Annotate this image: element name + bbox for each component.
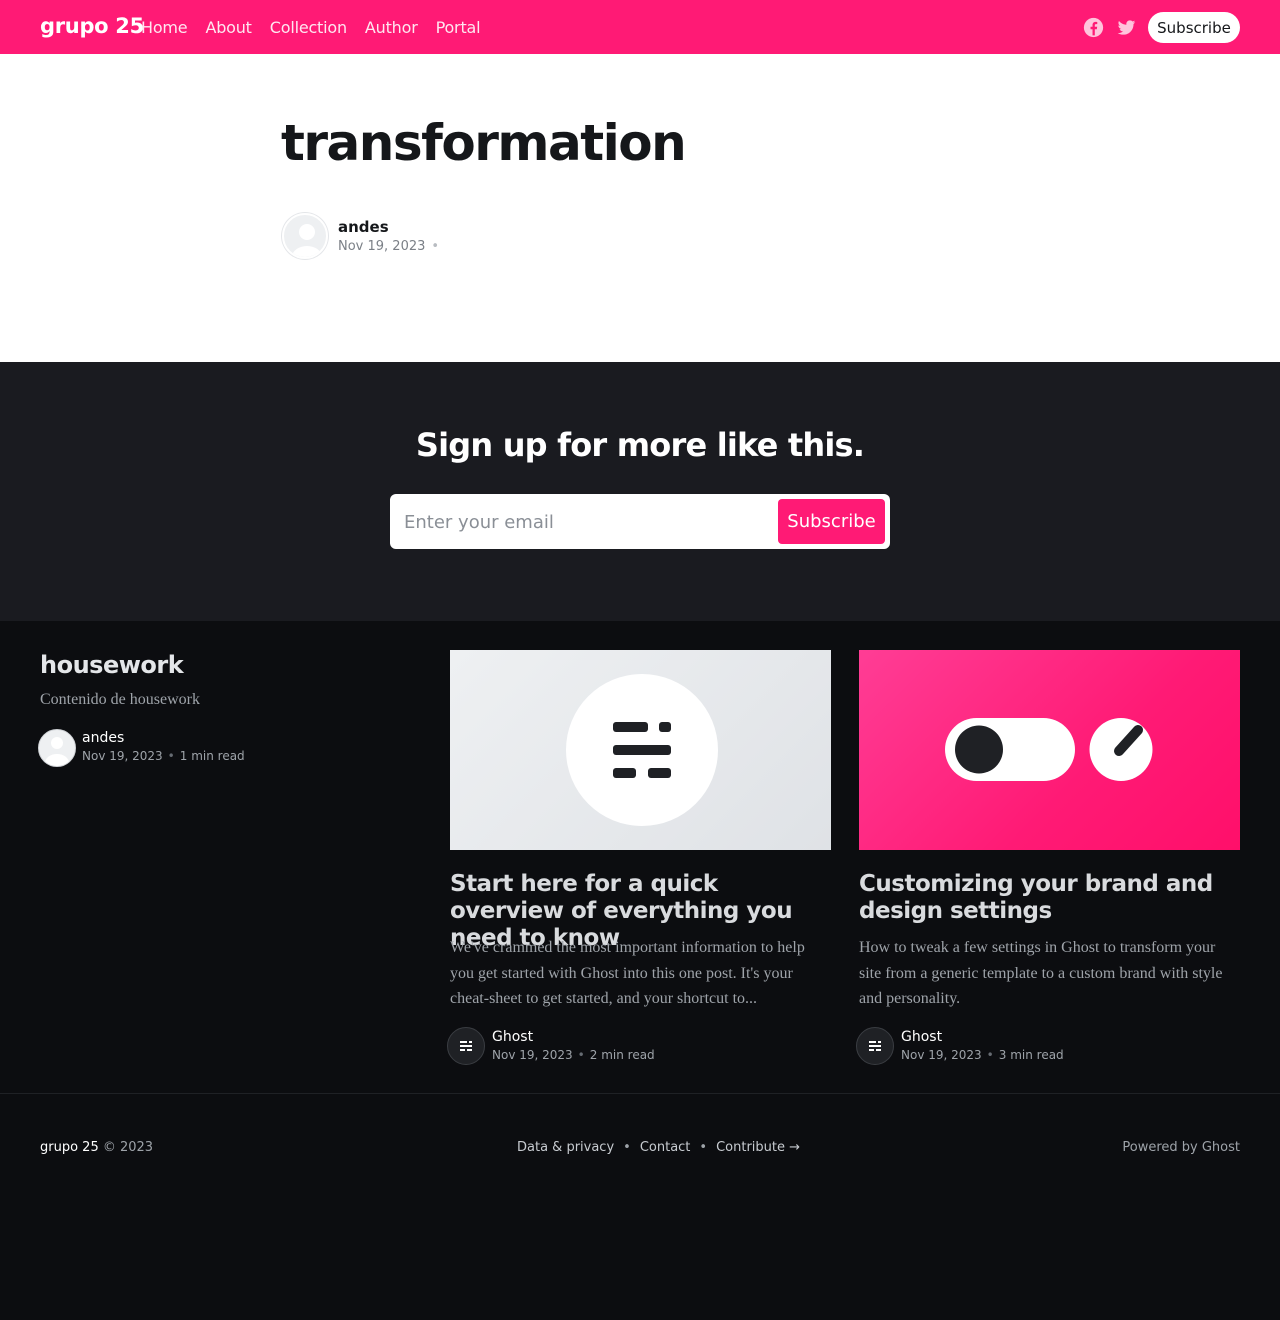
powered-by[interactable]: Powered by Ghost [1122,1140,1240,1155]
read-time: 2 min read [589,1048,655,1062]
tag-post-meta: Nov 19, 2023 • 1 min read [82,749,245,763]
footer-link-privacy[interactable]: Data & privacy [517,1140,614,1155]
toggle-settings-icon [945,718,1153,781]
footer-nav: Data & privacy • Contact • Contribute → [517,1140,800,1155]
email-input[interactable] [404,508,764,536]
ghost-logo-icon [460,1041,472,1051]
footer-separator: • [699,1140,708,1155]
author-avatar[interactable] [282,213,328,259]
tag-author-avatar[interactable] [38,729,76,767]
nav-portal[interactable]: Portal [436,18,481,37]
post-date: Nov 19, 2023 [492,1048,573,1062]
post-feed: housework Contenido de housework andes N… [0,621,1280,1093]
post-author-name[interactable]: Ghost [492,1029,533,1045]
copyright-text: © 2023 [102,1140,154,1155]
post-card-title[interactable]: Customizing your brand and design settin… [859,871,1239,925]
meta-separator: • [986,1048,994,1062]
read-time: 1 min read [179,749,245,763]
meta-separator: • [431,239,440,254]
post-card-excerpt: How to tweak a few settings in Ghost to … [859,939,1223,1007]
signup-form: Subscribe [390,494,890,549]
nav-collection[interactable]: Collection [270,18,347,37]
site-footer: grupo 25 © 2023 Data & privacy • Contact… [0,1093,1280,1320]
meta-separator: • [167,749,175,763]
post-card-excerpt: We've crammed the most important informa… [450,939,805,1007]
twitter-icon[interactable] [1116,17,1137,38]
read-time: 3 min read [998,1048,1064,1062]
signup-title: Sign up for more like this. [415,426,865,464]
post-meta: Nov 19, 2023 • 3 min read [901,1048,1064,1062]
post-author-name[interactable]: Ghost [901,1029,942,1045]
tag-author-name[interactable]: andes [82,730,124,746]
ghost-logo-icon [869,1041,881,1051]
header-subscribe-button[interactable]: Subscribe [1148,12,1240,43]
signup-section: Sign up for more like this. Subscribe [0,362,1280,621]
meta-separator: • [577,1048,585,1062]
main-nav: Home About Collection Author Portal [141,18,481,37]
nav-home[interactable]: Home [141,18,188,37]
facebook-icon[interactable] [1083,17,1104,38]
footer-brand[interactable]: grupo 25 [40,1140,99,1155]
post-date: Nov 19, 2023 [901,1048,982,1062]
post-date: Nov 19, 2023 [82,749,163,763]
footer-link-contact[interactable]: Contact [640,1140,691,1155]
signup-subscribe-button[interactable]: Subscribe [778,499,885,544]
nav-author[interactable]: Author [365,18,418,37]
article-header: transformation andes Nov 19, 2023 • [0,54,1280,362]
nav-about[interactable]: About [205,18,252,37]
footer-copyright: grupo 25 © 2023 [40,1140,153,1155]
post-meta: Nov 19, 2023 • 2 min read [492,1048,655,1062]
footer-link-contribute[interactable]: Contribute → [716,1140,800,1155]
author-name[interactable]: andes [338,218,389,236]
site-logo[interactable]: grupo 25 [40,14,144,38]
tag-description: Contenido de housework [40,691,200,708]
user-placeholder-icon [45,737,69,766]
post-author-avatar[interactable] [447,1027,485,1065]
ghost-logo-icon [566,674,718,826]
tag-title[interactable]: housework [40,651,184,679]
article-date: Nov 19, 2023 [338,239,426,254]
site-header: grupo 25 Home About Collection Author Po… [0,0,1280,54]
post-card-image[interactable] [450,650,831,850]
footer-separator: • [623,1140,631,1155]
article-meta: Nov 19, 2023 • [338,239,439,254]
page-title: transformation [281,114,687,172]
post-card-image[interactable] [859,650,1240,850]
post-author-avatar[interactable] [856,1027,894,1065]
user-placeholder-icon [292,224,322,257]
